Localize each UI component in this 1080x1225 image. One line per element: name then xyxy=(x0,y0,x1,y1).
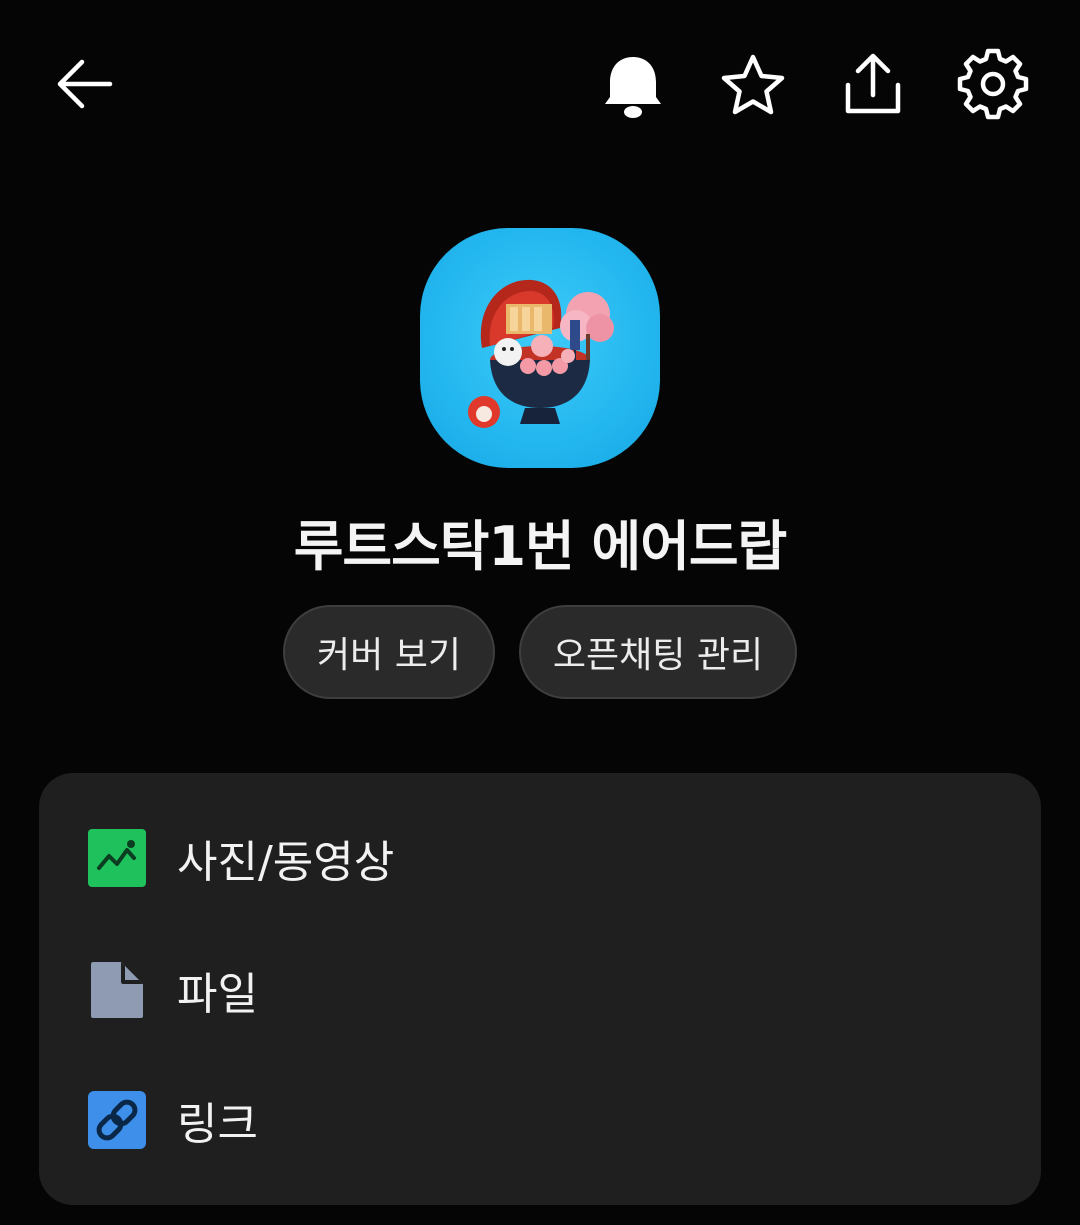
menu-item-label: 링크 xyxy=(177,1099,258,1150)
gear-icon xyxy=(957,48,1029,120)
chat-info-screen: 루트스탁1번 에어드랍 커버 보기 오픈채팅 관리 사진/동영상 파일 링크 xyxy=(0,0,1080,1225)
share-icon xyxy=(845,53,901,114)
menu-item-label: 사진/동영상 xyxy=(177,837,395,888)
back-button[interactable] xyxy=(44,44,124,124)
menu-item-links[interactable]: 링크 xyxy=(39,1060,1041,1180)
link-icon xyxy=(87,1090,147,1150)
settings-button[interactable] xyxy=(953,44,1033,124)
top-bar xyxy=(0,0,1080,170)
file-icon xyxy=(87,960,147,1020)
share-button[interactable] xyxy=(833,44,913,124)
bell-icon xyxy=(605,57,661,118)
star-icon xyxy=(721,54,785,115)
arrow-left-icon xyxy=(57,59,113,109)
media-menu-card: 사진/동영상 파일 링크 xyxy=(39,773,1041,1205)
favorite-button[interactable] xyxy=(713,46,793,126)
menu-item-files[interactable]: 파일 xyxy=(39,930,1041,1050)
notification-button[interactable] xyxy=(593,46,673,126)
manage-openchat-button[interactable]: 오픈채팅 관리 xyxy=(519,605,797,699)
view-cover-button[interactable]: 커버 보기 xyxy=(283,605,495,699)
profile-image[interactable] xyxy=(420,228,660,468)
menu-item-photos-videos[interactable]: 사진/동영상 xyxy=(39,798,1041,918)
bowl-illustration xyxy=(468,279,614,428)
chat-room-name: 루트스탁1번 에어드랍 xyxy=(293,515,788,578)
menu-item-label: 파일 xyxy=(177,969,258,1020)
photo-icon xyxy=(87,828,147,888)
